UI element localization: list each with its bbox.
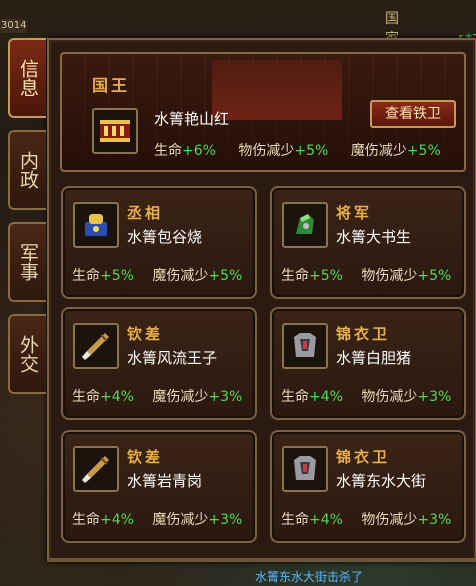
officer-name: 水箐东水大街 — [336, 472, 427, 490]
officer-item-slot[interactable] — [73, 323, 119, 369]
stat-value: +4% — [309, 389, 343, 405]
stat-label: 生命 — [72, 512, 100, 528]
officer-name: 水箐岩青岗 — [127, 472, 203, 490]
stat-value: +3% — [417, 512, 452, 528]
stat-label: 生命 — [281, 389, 309, 405]
armor-icon — [294, 333, 316, 357]
king-item-slot[interactable] — [92, 108, 138, 154]
officer-name: 水箐风流王子 — [127, 349, 218, 367]
stat-value: +4% — [309, 512, 343, 528]
officer-item-slot[interactable] — [73, 202, 119, 248]
stat-value: +4% — [100, 512, 134, 528]
stat-label: 物伤减少 — [361, 389, 418, 405]
stat-label: 魔伤减少 — [350, 143, 407, 159]
brush-icon — [82, 333, 109, 360]
officer-name: 水箐白胆猪 — [336, 349, 412, 367]
officer-stats: 生命+5% 魔伤减少+5% — [72, 265, 242, 285]
tab-info[interactable]: 信息 — [8, 38, 46, 118]
stat-label: 魔伤减少 — [152, 512, 209, 528]
officer-card-envoy: 钦差 水箐岩青岗 生命+4% 魔伤减少+3% — [61, 430, 257, 543]
officer-stats: 生命+5% 物伤减少+5% — [281, 265, 451, 285]
stat-value: +5% — [294, 143, 329, 159]
stat-value: +5% — [100, 268, 134, 284]
officer-role: 锦衣卫 — [336, 448, 391, 466]
officer-card-envoy: 钦差 水箐风流王子 生命+4% 魔伤减少+3% — [61, 307, 257, 420]
seal-icon — [85, 214, 107, 236]
officer-role: 钦差 — [127, 325, 164, 343]
tab-military[interactable]: 军事 — [8, 222, 46, 302]
officer-card-chancellor: 丞相 水箐包谷烧 生命+5% 魔伤减少+5% — [61, 186, 257, 299]
stat-label: 生命 — [281, 512, 309, 528]
officer-stats: 生命+4% 物伤减少+3% — [281, 386, 451, 406]
officer-role: 将军 — [336, 204, 373, 222]
stat-value: +3% — [208, 389, 243, 405]
officer-card-general: 将军 水箐大书生 生命+5% 物伤减少+5% — [270, 186, 466, 299]
officer-card-guard: 锦衣卫 水箐白胆猪 生命+4% 物伤减少+3% — [270, 307, 466, 420]
brush-icon — [82, 456, 109, 483]
officer-name: 水箐包谷烧 — [127, 228, 203, 246]
stat-value: +5% — [417, 268, 452, 284]
king-title: 国王 — [92, 76, 131, 95]
officer-stats: 生命+4% 物伤减少+3% — [281, 509, 451, 529]
officer-role: 锦衣卫 — [336, 325, 391, 343]
stat-value: +3% — [417, 389, 452, 405]
officer-role: 丞相 — [127, 204, 164, 222]
king-name: 水箐艳山红 — [154, 110, 230, 128]
stat-label: 魔伤减少 — [152, 389, 209, 405]
stat-label: 物伤减少 — [361, 268, 418, 284]
stat-label: 生命 — [281, 268, 309, 284]
king-card: 国王 水箐艳山红 查看铁卫 生命+6% 物伤减少+5% 魔伤减少+5% — [60, 52, 466, 172]
king-stats: 生命+6% 物伤减少+5% 魔伤减少+5% — [154, 140, 441, 160]
game-chat-line: 水箐东水大街击杀了 — [255, 570, 364, 584]
view-guards-button[interactable]: 查看铁卫 — [370, 100, 456, 128]
officer-name: 水箐大书生 — [336, 228, 412, 246]
stat-value: +5% — [208, 268, 243, 284]
stat-label: 魔伤减少 — [152, 268, 209, 284]
officer-role: 钦差 — [127, 448, 164, 466]
armor-icon — [294, 456, 316, 480]
stat-value: +3% — [208, 512, 243, 528]
gauntlet-icon — [296, 214, 314, 234]
stat-label: 生命 — [72, 268, 100, 284]
officer-card-guard: 锦衣卫 水箐东水大街 生命+4% 物伤减少+3% — [270, 430, 466, 543]
officer-stats: 生命+4% 魔伤减少+3% — [72, 509, 242, 529]
stat-value: +6% — [182, 143, 216, 159]
tab-diplomacy[interactable]: 外交 — [8, 314, 46, 394]
stat-label: 物伤减少 — [361, 512, 418, 528]
officer-stats: 生命+4% 魔伤减少+3% — [72, 386, 242, 406]
game-corner-text: 3014 — [0, 19, 27, 33]
stat-label: 生命 — [154, 143, 182, 159]
tab-internal-affairs[interactable]: 内政 — [8, 130, 46, 210]
book-icon — [100, 120, 130, 142]
stat-label: 物伤减少 — [238, 143, 295, 159]
stat-label: 生命 — [72, 389, 100, 405]
officer-item-slot[interactable] — [282, 446, 328, 492]
stat-value: +5% — [309, 268, 343, 284]
officer-item-slot[interactable] — [282, 202, 328, 248]
stat-value: +4% — [100, 389, 134, 405]
officer-item-slot[interactable] — [282, 323, 328, 369]
stat-value: +5% — [406, 143, 441, 159]
officer-item-slot[interactable] — [73, 446, 119, 492]
